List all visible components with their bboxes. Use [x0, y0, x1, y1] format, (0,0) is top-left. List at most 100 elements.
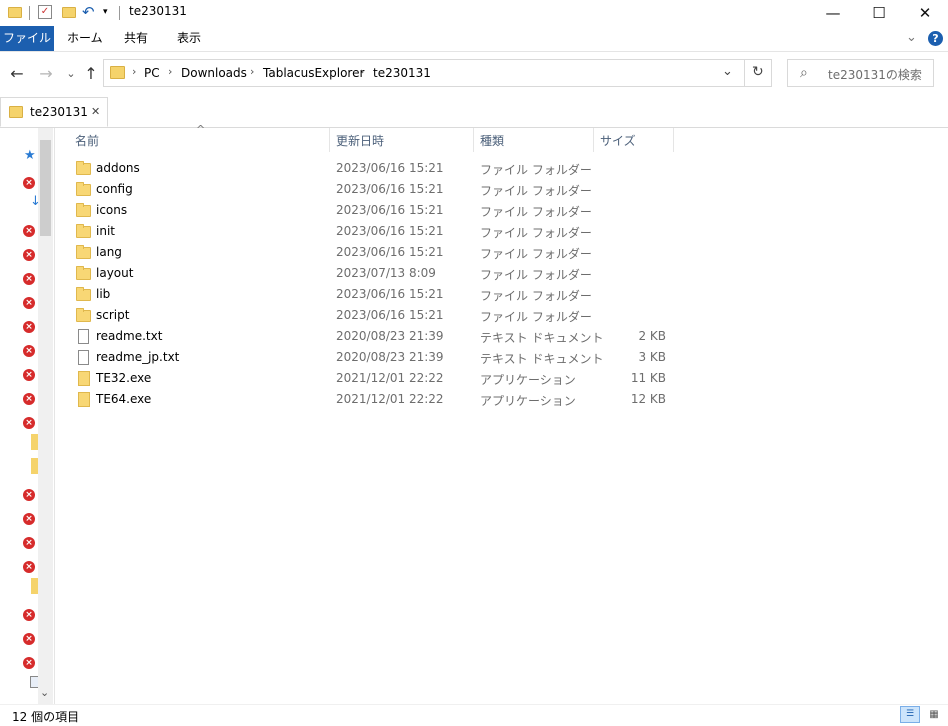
large-icons-view-icon[interactable]: ▦	[924, 706, 944, 723]
folder-icon	[76, 245, 92, 259]
column-name[interactable]: 名前	[75, 132, 99, 149]
list-item[interactable]: TE64.exe 2021/12/01 22:22 アプリケーション 12 KB	[70, 389, 680, 410]
folder-icon[interactable]	[31, 458, 38, 474]
item-name: init	[96, 224, 115, 238]
item-modified: 2023/06/16 15:21	[336, 287, 444, 301]
divider[interactable]	[593, 128, 594, 152]
item-name: lang	[96, 245, 122, 259]
ribbon: ファイル ホーム 共有 表示 ⌄ ?	[0, 26, 948, 52]
error-icon: ×	[23, 393, 35, 405]
text-file-icon	[76, 350, 92, 365]
close-button[interactable]: ✕	[902, 0, 948, 26]
item-name: lib	[96, 287, 111, 301]
tab-home[interactable]: ホーム	[57, 26, 113, 51]
item-name: layout	[96, 266, 134, 280]
undo-icon[interactable]: ↶	[82, 5, 96, 20]
item-type: ファイル フォルダー	[480, 247, 592, 261]
error-icon: ×	[23, 417, 35, 429]
error-icon: ×	[23, 489, 35, 501]
list-item[interactable]: addons 2023/06/16 15:21 ファイル フォルダー	[70, 158, 680, 179]
forward-button[interactable]: →	[35, 60, 57, 86]
breadcrumb-downloads[interactable]: Downloads	[181, 66, 247, 80]
back-button[interactable]: ←	[6, 60, 28, 86]
breadcrumb-pc[interactable]: PC	[144, 66, 160, 80]
minimize-button[interactable]: —	[810, 0, 856, 26]
tab-close-icon[interactable]: ✕	[91, 105, 100, 118]
tab-share[interactable]: 共有	[114, 26, 158, 51]
item-modified: 2020/08/23 21:39	[336, 329, 444, 343]
details-view-icon[interactable]: ☰	[900, 706, 920, 723]
error-icon: ×	[23, 225, 35, 237]
item-type: アプリケーション	[480, 373, 576, 387]
column-size[interactable]: サイズ	[600, 132, 636, 149]
column-header: ^ 名前 更新日時 種類 サイズ	[59, 123, 948, 152]
divider[interactable]	[329, 128, 330, 152]
item-type: テキスト ドキュメント	[480, 331, 604, 345]
list-item[interactable]: readme_jp.txt 2020/08/23 21:39 テキスト ドキュメ…	[70, 347, 680, 368]
item-name: script	[96, 308, 130, 322]
list-item[interactable]: init 2023/06/16 15:21 ファイル フォルダー	[70, 221, 680, 242]
folder-icon	[8, 5, 22, 19]
error-icon: ×	[23, 345, 35, 357]
item-modified: 2023/06/16 15:21	[336, 182, 444, 196]
list-item[interactable]: config 2023/06/16 15:21 ファイル フォルダー	[70, 179, 680, 200]
status-bar: 12 個の項目 ☰ ▦	[0, 704, 948, 726]
column-type[interactable]: 種類	[480, 132, 504, 149]
tree-scrollbar-thumb[interactable]	[40, 140, 51, 236]
folder-icon	[76, 203, 92, 217]
list-item[interactable]: lang 2023/06/16 15:21 ファイル フォルダー	[70, 242, 680, 263]
column-modified[interactable]: 更新日時	[336, 132, 384, 149]
properties-icon[interactable]: ✓	[38, 5, 52, 19]
search-input[interactable]: ⌕ te230131の検索	[787, 59, 934, 87]
item-modified: 2021/12/01 22:22	[336, 371, 444, 385]
item-name: TE32.exe	[96, 371, 152, 385]
breadcrumb-separator: ›	[168, 65, 173, 78]
list-item[interactable]: readme.txt 2020/08/23 21:39 テキスト ドキュメント …	[70, 326, 680, 347]
tab-file[interactable]: ファイル	[0, 26, 54, 51]
up-button[interactable]: ↑	[80, 60, 102, 86]
list-item[interactable]: TE32.exe 2021/12/01 22:22 アプリケーション 11 KB	[70, 368, 680, 389]
recent-locations-button[interactable]: ⌄	[60, 60, 82, 86]
folder-icon[interactable]	[31, 434, 38, 450]
breadcrumb-separator: ›	[132, 65, 137, 78]
exe-icon	[76, 371, 92, 386]
item-name: readme.txt	[96, 329, 163, 343]
error-icon: ×	[23, 321, 35, 333]
list-item[interactable]: icons 2023/06/16 15:21 ファイル フォルダー	[70, 200, 680, 221]
item-size: 2 KB	[638, 329, 666, 343]
tab-strip	[0, 97, 948, 128]
breadcrumb-separator: ›	[250, 65, 255, 78]
maximize-button[interactable]: ☐	[856, 0, 902, 26]
folder-icon[interactable]	[31, 578, 38, 594]
item-modified: 2021/12/01 22:22	[336, 392, 444, 406]
folder-icon	[76, 266, 92, 280]
list-item[interactable]: layout 2023/07/13 8:09 ファイル フォルダー	[70, 263, 680, 284]
text-file-icon	[76, 329, 92, 344]
address-bar[interactable]: › PC › Downloads › TablacusExplorer › te…	[103, 59, 772, 87]
divider[interactable]	[473, 128, 474, 152]
error-icon: ×	[23, 657, 35, 669]
help-icon[interactable]: ?	[928, 31, 943, 46]
error-icon: ×	[23, 633, 35, 645]
item-modified: 2023/06/16 15:21	[336, 224, 444, 238]
ribbon-expand-icon[interactable]: ⌄	[906, 30, 917, 45]
tab-view[interactable]: 表示	[167, 26, 211, 51]
breadcrumb-tablacusexplorer[interactable]: TablacusExplorer	[263, 66, 364, 80]
error-icon: ×	[23, 537, 35, 549]
scroll-down-icon[interactable]: ⌄	[40, 686, 49, 699]
divider	[119, 6, 120, 20]
item-modified: 2023/06/16 15:21	[336, 203, 444, 217]
new-folder-icon[interactable]	[62, 5, 76, 19]
address-dropdown-icon[interactable]: ⌄	[722, 64, 733, 79]
tab-te230131[interactable]: te230131 ✕	[0, 97, 108, 127]
list-item[interactable]: script 2023/06/16 15:21 ファイル フォルダー	[70, 305, 680, 326]
item-size: 3 KB	[638, 350, 666, 364]
divider[interactable]	[673, 128, 674, 152]
customize-toolbar-icon[interactable]: ▾	[103, 5, 117, 19]
list-item[interactable]: lib 2023/06/16 15:21 ファイル フォルダー	[70, 284, 680, 305]
error-icon: ×	[23, 609, 35, 621]
breadcrumb-separator: ›	[360, 65, 365, 78]
breadcrumb-te230131[interactable]: te230131	[373, 66, 431, 80]
refresh-button[interactable]: ↻	[752, 64, 764, 80]
pin-icon[interactable]: ★	[24, 148, 36, 163]
